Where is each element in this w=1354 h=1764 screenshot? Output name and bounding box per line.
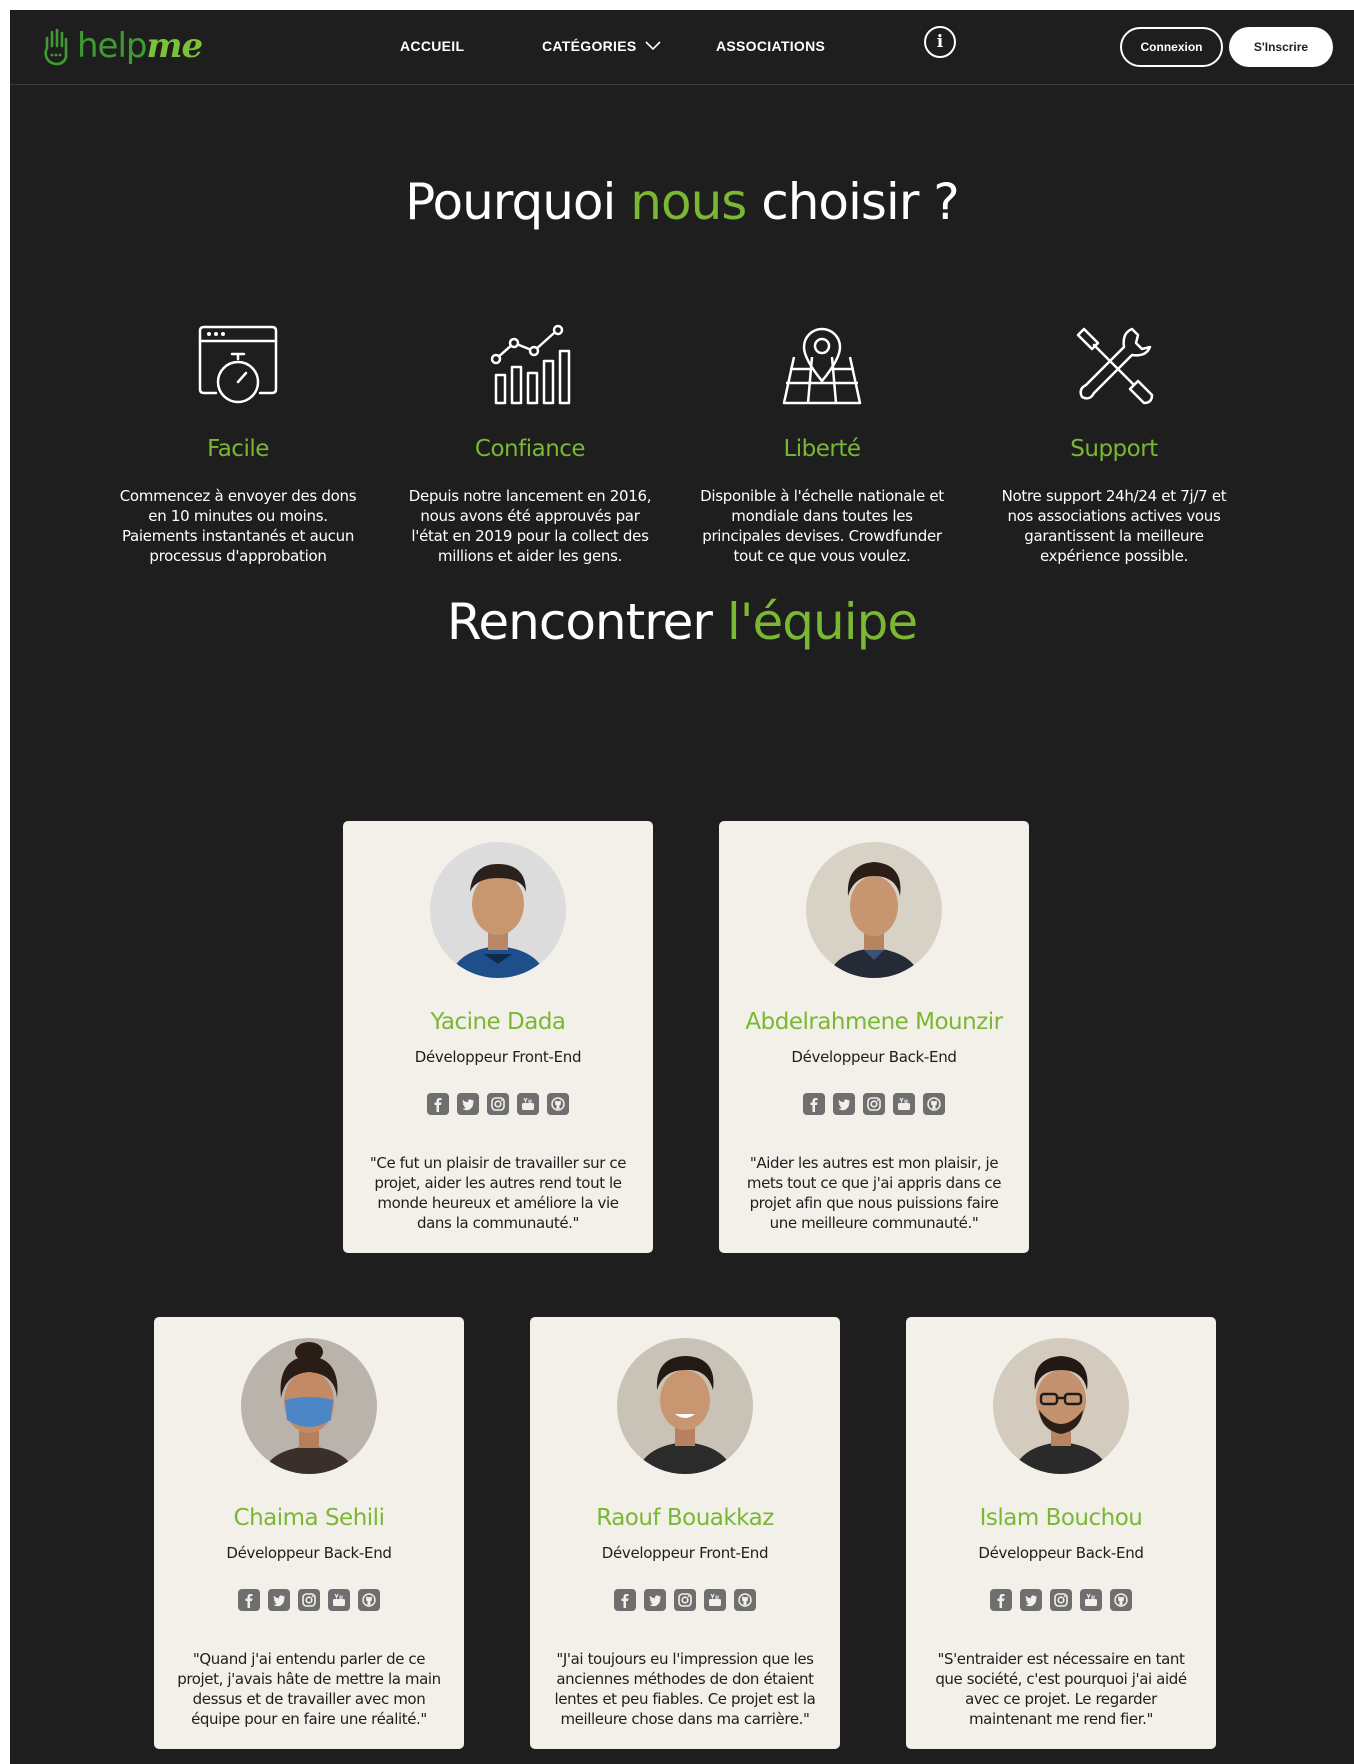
twitter-icon[interactable] — [644, 1589, 666, 1611]
person-photo — [241, 1338, 377, 1474]
feature-title: Liberté — [783, 436, 861, 462]
feature-title: Facile — [207, 436, 269, 462]
logo[interactable]: help me — [42, 26, 204, 66]
member-role: Développeur Front-End — [414, 1048, 582, 1066]
instagram-icon[interactable] — [298, 1589, 320, 1611]
feature-description: Disponible à l'échelle nationale et mond… — [700, 487, 944, 565]
logo-text-me: me — [146, 26, 204, 66]
member-role: Développeur Front-End — [601, 1544, 769, 1562]
person-photo — [806, 842, 942, 978]
instagram-icon[interactable] — [674, 1589, 696, 1611]
member-name: Raouf Bouakkaz — [596, 1505, 774, 1531]
login-button[interactable]: Connexion — [1120, 27, 1223, 67]
page: help me ACCUEIL CATÉGORIES ASSOCIATIONS i… — [10, 10, 1354, 1764]
social-links — [906, 1589, 1216, 1611]
member-role: Développeur Back-End — [978, 1544, 1144, 1562]
feature-trust: Confiance Depuis notre lancement en 2016… — [400, 323, 660, 566]
team-title: Rencontrer l'équipe — [10, 593, 1354, 651]
feature-description: Commencez à envoyer des dons en 10 minut… — [119, 487, 357, 565]
browser-stopwatch-icon — [198, 325, 278, 404]
github-icon[interactable] — [923, 1093, 945, 1115]
nav-categories-label: CATÉGORIES — [542, 38, 637, 54]
team-card: Yacine Dada Développeur Front-End "Ce fu… — [343, 821, 653, 1253]
person-photo — [617, 1338, 753, 1474]
social-links — [154, 1589, 464, 1611]
github-icon[interactable] — [358, 1589, 380, 1611]
signup-button[interactable]: S'Inscrire — [1229, 27, 1333, 67]
member-quote: "Quand j'ai entendu parler de ce projet,… — [177, 1650, 441, 1728]
twitter-icon[interactable] — [1020, 1589, 1042, 1611]
person-photo — [993, 1338, 1129, 1474]
member-quote: "J'ai toujours eu l'impression que les a… — [554, 1650, 816, 1728]
map-pin-icon — [782, 327, 862, 405]
avatar — [806, 842, 942, 978]
member-role: Développeur Back-End — [791, 1048, 957, 1066]
facebook-icon[interactable] — [427, 1093, 449, 1115]
feature-easy: Facile Commencez à envoyer des dons en 1… — [108, 323, 368, 566]
social-links — [719, 1093, 1029, 1115]
member-name: Chaima Sehili — [233, 1505, 385, 1531]
twitter-icon[interactable] — [457, 1093, 479, 1115]
member-name: Abdelrahmene Mounzir — [745, 1009, 1003, 1035]
twitter-icon[interactable] — [268, 1589, 290, 1611]
feature-description: Notre support 24h/24 et 7j/7 et nos asso… — [1001, 487, 1227, 565]
facebook-icon[interactable] — [238, 1589, 260, 1611]
chevron-down-icon — [644, 41, 661, 51]
team-card: Chaima Sehili Développeur Back-End "Quan… — [154, 1317, 464, 1749]
growth-chart-icon — [490, 324, 571, 405]
twitter-icon[interactable] — [833, 1093, 855, 1115]
github-icon[interactable] — [734, 1589, 756, 1611]
facebook-icon[interactable] — [990, 1589, 1012, 1611]
person-photo — [430, 842, 566, 978]
navbar: help me ACCUEIL CATÉGORIES ASSOCIATIONS i… — [10, 10, 1354, 85]
avatar — [993, 1338, 1129, 1474]
feature-support: Support Notre support 24h/24 et 7j/7 et … — [984, 323, 1244, 566]
info-icon[interactable]: i — [924, 26, 956, 58]
github-icon[interactable] — [547, 1093, 569, 1115]
member-name: Yacine Dada — [430, 1009, 566, 1035]
why-title-part1: Pourquoi — [405, 173, 631, 231]
feature-freedom: Liberté Disponible à l'échelle nationale… — [692, 323, 952, 566]
member-quote: "S'entraider est nécessaire en tant que … — [935, 1650, 1187, 1728]
why-title: Pourquoi nous choisir ? — [10, 173, 1354, 231]
feature-description: Depuis notre lancement en 2016, nous avo… — [408, 487, 652, 565]
facebook-icon[interactable] — [614, 1589, 636, 1611]
team-card: Abdelrahmene Mounzir Développeur Back-En… — [719, 821, 1029, 1253]
nav-categories-dropdown[interactable]: CATÉGORIES — [542, 38, 661, 54]
youtube-icon[interactable] — [1080, 1589, 1102, 1611]
team-card: Raouf Bouakkaz Développeur Front-End "J'… — [530, 1317, 840, 1749]
instagram-icon[interactable] — [1050, 1589, 1072, 1611]
social-links — [343, 1093, 653, 1115]
member-quote: "Aider les autres est mon plaisir, je me… — [746, 1154, 1002, 1232]
youtube-icon[interactable] — [704, 1589, 726, 1611]
raised-hand-icon — [44, 28, 68, 66]
team-title-highlight: l'équipe — [726, 593, 918, 651]
team-title-part1: Rencontrer — [446, 593, 727, 651]
avatar — [241, 1338, 377, 1474]
member-role: Développeur Back-End — [226, 1544, 392, 1562]
social-links — [530, 1589, 840, 1611]
why-title-highlight: nous — [630, 173, 747, 231]
youtube-icon[interactable] — [893, 1093, 915, 1115]
instagram-icon[interactable] — [487, 1093, 509, 1115]
nav-home-link[interactable]: ACCUEIL — [400, 38, 464, 54]
feature-title: Confiance — [474, 436, 586, 462]
avatar — [617, 1338, 753, 1474]
crossed-tools-icon — [1076, 327, 1154, 405]
feature-title: Support — [1070, 436, 1158, 462]
youtube-icon[interactable] — [517, 1093, 539, 1115]
logo-text-help: help — [77, 26, 147, 66]
facebook-icon[interactable] — [803, 1093, 825, 1115]
avatar — [430, 842, 566, 978]
why-title-part2: choisir ? — [746, 173, 960, 231]
member-name: Islam Bouchou — [979, 1505, 1143, 1531]
team-card: Islam Bouchou Développeur Back-End "S'en… — [906, 1317, 1216, 1749]
youtube-icon[interactable] — [328, 1589, 350, 1611]
instagram-icon[interactable] — [863, 1093, 885, 1115]
nav-associations-link[interactable]: ASSOCIATIONS — [716, 38, 825, 54]
github-icon[interactable] — [1110, 1589, 1132, 1611]
member-quote: "Ce fut un plaisir de travailler sur ce … — [369, 1154, 627, 1232]
